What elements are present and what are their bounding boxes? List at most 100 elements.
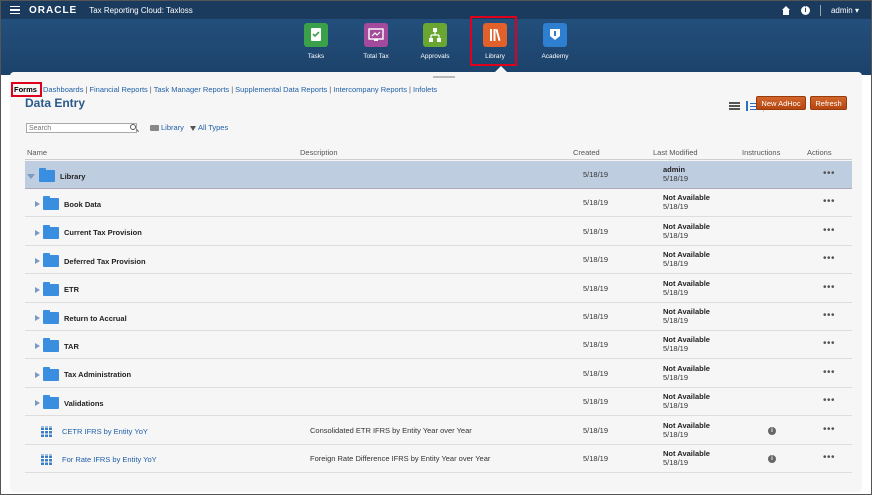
- nav-label: Total Tax: [363, 53, 389, 60]
- modified-date: 5/18/19: [663, 401, 689, 411]
- tasks-icon: [304, 23, 328, 47]
- row-actions-menu[interactable]: •••: [823, 196, 835, 207]
- table-row[interactable]: CETR IFRS by Entity YoY Consolidated ETR …: [25, 417, 852, 445]
- column-header-created[interactable]: Created: [573, 148, 600, 157]
- row-name-label: CETR IFRS by Entity YoY: [62, 426, 148, 436]
- search-input[interactable]: [26, 123, 137, 133]
- row-actions-menu[interactable]: •••: [823, 367, 835, 378]
- expand-icon[interactable]: [35, 400, 40, 407]
- column-header-name[interactable]: Name: [27, 148, 47, 157]
- oracle-logo: ORACLE: [29, 4, 78, 16]
- row-name[interactable]: CETR IFRS by Entity YoY: [35, 425, 148, 437]
- table-row[interactable]: Current Tax Provision 5/18/19 Not Availabl…: [25, 218, 852, 246]
- forms-highlight-box: [11, 82, 42, 97]
- active-nav-caret: [495, 66, 507, 72]
- row-name[interactable]: Validations: [35, 395, 104, 410]
- row-name[interactable]: Deferred Tax Provision: [35, 253, 146, 268]
- refresh-button[interactable]: Refresh: [810, 96, 847, 110]
- nav-approvals[interactable]: Approvals: [410, 23, 460, 60]
- row-last-modified: admin 5/18/19: [663, 165, 688, 183]
- expand-icon[interactable]: [35, 258, 40, 265]
- table-row[interactable]: Tax Administration 5/18/19 Not Available 5/…: [25, 360, 852, 388]
- expand-icon[interactable]: [35, 343, 40, 350]
- table-row[interactable]: TAR 5/18/19 Not Available 5/18/19 •••: [25, 331, 852, 360]
- row-name[interactable]: Return to Accrual: [35, 310, 127, 324]
- expand-icon[interactable]: [35, 315, 40, 321]
- folder-icon: [43, 395, 59, 410]
- row-name-label: Library: [60, 171, 86, 181]
- hamburger-menu-icon[interactable]: [10, 4, 20, 17]
- row-actions-menu[interactable]: •••: [823, 168, 835, 179]
- collapse-icon[interactable]: [27, 173, 35, 179]
- row-name[interactable]: Tax Administration: [35, 366, 132, 381]
- nav-academy[interactable]: Academy: [530, 23, 580, 60]
- row-actions-menu[interactable]: •••: [823, 310, 835, 321]
- type-filter-label: All Types: [197, 123, 229, 132]
- expand-icon[interactable]: [35, 286, 40, 293]
- row-name[interactable]: ETR: [35, 281, 79, 296]
- panel-drag-handle[interactable]: [433, 76, 455, 78]
- nav-tasks[interactable]: Tasks: [291, 23, 341, 60]
- home-icon[interactable]: [781, 5, 791, 15]
- expand-icon[interactable]: [35, 229, 40, 236]
- user-menu[interactable]: admin ▾: [831, 6, 859, 15]
- row-name[interactable]: For Rate IFRS by Entity YoY: [35, 454, 157, 465]
- info-icon[interactable]: i: [768, 426, 776, 435]
- row-actions-menu[interactable]: •••: [823, 395, 835, 406]
- row-name-label: Deferred Tax Provision: [64, 256, 146, 266]
- row-last-modified: Not Available 5/18/19: [663, 392, 710, 410]
- table-row[interactable]: Library 5/18/19 admin 5/18/19 •••: [25, 161, 852, 189]
- tab-supplemental-data-reports[interactable]: Supplemental Data Reports: [235, 85, 327, 94]
- row-last-modified: Not Available 5/18/19: [663, 364, 710, 382]
- new-adhoc-button[interactable]: New AdHoc: [756, 96, 806, 110]
- nav-total-tax[interactable]: Total Tax: [351, 23, 401, 60]
- column-header-last-modified[interactable]: Last Modified: [653, 148, 698, 157]
- row-created: 5/18/19: [583, 198, 609, 208]
- tab-task-manager-reports[interactable]: Task Manager Reports: [154, 85, 229, 94]
- tab-intercompany-reports[interactable]: Intercompany Reports: [333, 85, 407, 94]
- row-actions-menu[interactable]: •••: [823, 424, 835, 435]
- row-name[interactable]: TAR: [35, 338, 79, 353]
- expand-icon[interactable]: [35, 371, 40, 378]
- table-row[interactable]: For Rate IFRS by Entity YoY Foreign Rate …: [25, 445, 852, 473]
- row-actions-menu[interactable]: •••: [823, 253, 835, 264]
- table-row[interactable]: Book Data 5/18/19 Not Available 5/18/19 •••: [25, 189, 852, 218]
- folder-icon: [43, 366, 59, 381]
- table-row[interactable]: ETR 5/18/19 Not Available 5/18/19 •••: [25, 275, 852, 303]
- filter-bar: Library All Types: [150, 123, 228, 132]
- help-icon[interactable]: i: [800, 5, 810, 15]
- tab-financial-reports[interactable]: Financial Reports: [89, 85, 147, 94]
- row-actions-menu[interactable]: •••: [823, 338, 835, 349]
- table-row[interactable]: Deferred Tax Provision 5/18/19 Not Availab…: [25, 246, 852, 275]
- total-tax-icon: [364, 23, 388, 47]
- tab-infolets[interactable]: Infolets: [413, 85, 437, 94]
- table-header: Name Description Created Last Modified I…: [25, 144, 852, 160]
- table-row[interactable]: Return to Accrual 5/18/19 Not Available 5/1…: [25, 303, 852, 331]
- modified-date: 5/18/19: [663, 372, 689, 382]
- modified-by: Not Available: [663, 193, 710, 203]
- library-filter[interactable]: Library: [150, 123, 184, 132]
- list-view-icon[interactable]: [729, 101, 740, 112]
- row-actions-menu[interactable]: •••: [823, 282, 835, 293]
- search-icon[interactable]: [130, 124, 136, 130]
- modified-date: 5/18/19: [663, 287, 689, 297]
- row-last-modified: Not Available 5/18/19: [663, 335, 710, 353]
- expand-icon[interactable]: [35, 201, 40, 208]
- modified-by: Not Available: [663, 250, 710, 260]
- modified-date: 5/18/19: [663, 259, 689, 269]
- row-name[interactable]: Book Data: [35, 196, 101, 211]
- tab-dashboards[interactable]: Dashboards: [43, 85, 83, 94]
- divider: |: [409, 85, 411, 94]
- modified-by: Not Available: [663, 449, 710, 458]
- row-name-label: Tax Administration: [64, 370, 132, 380]
- row-name[interactable]: Current Tax Provision: [35, 224, 142, 239]
- info-icon[interactable]: i: [768, 455, 776, 463]
- row-name-label: TAR: [64, 341, 79, 351]
- divider: [819, 4, 821, 16]
- row-actions-menu[interactable]: •••: [823, 452, 835, 463]
- row-actions-menu[interactable]: •••: [823, 225, 835, 236]
- column-header-description[interactable]: Description: [300, 148, 338, 157]
- table-row[interactable]: Validations 5/18/19 Not Available 5/18/19 ••…: [25, 388, 852, 417]
- type-filter[interactable]: All Types: [189, 123, 229, 132]
- row-name[interactable]: Library: [27, 168, 86, 182]
